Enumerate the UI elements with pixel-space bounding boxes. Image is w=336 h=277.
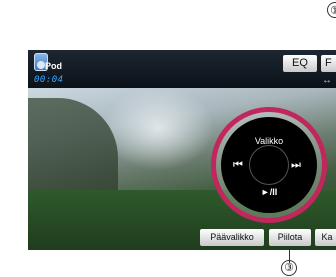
menu-label[interactable]: Valikko — [211, 136, 327, 146]
main-menu-button[interactable]: Päävalikko — [200, 229, 264, 246]
callout-marker-top: ① — [327, 2, 336, 18]
ka-button[interactable]: Ka — [315, 229, 336, 246]
previous-track-icon[interactable]: ⏮ — [233, 159, 243, 172]
top-status-bar: Pod 00:04 EQ F ↔ — [28, 50, 336, 88]
source-label: Pod — [45, 61, 62, 71]
next-track-icon[interactable]: ⏭ — [291, 159, 301, 172]
hide-button[interactable]: Piilota — [269, 229, 311, 246]
control-wheel[interactable]: Valikko ⏮ ⏭ ►/II — [211, 107, 327, 223]
f-button[interactable]: F — [321, 55, 336, 72]
ipod-wheel — [37, 61, 45, 69]
playback-time: 00:04 — [34, 75, 64, 85]
play-pause-icon[interactable]: ►/II — [211, 187, 327, 197]
center-button[interactable] — [249, 145, 289, 185]
left-right-arrows-icon: ↔ — [322, 75, 332, 86]
callout-marker-3: ③ — [281, 260, 297, 276]
eq-button[interactable]: EQ — [283, 55, 317, 72]
head-unit-screen: Pod 00:04 EQ F ↔ Valikko ⏮ ⏭ ►/II Pääval… — [28, 50, 336, 250]
